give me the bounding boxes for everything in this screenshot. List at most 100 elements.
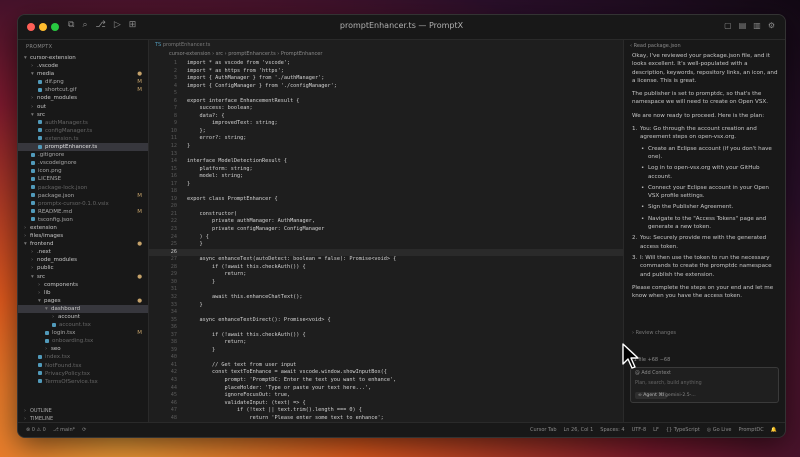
tree-file[interactable]: LICENSE xyxy=(18,175,148,183)
tree-folder[interactable]: › .vscode xyxy=(18,62,148,70)
status-item[interactable]: Spaces: 4 xyxy=(600,427,624,433)
tree-folder[interactable]: › extension xyxy=(18,224,148,232)
tree-file[interactable]: PrivacyPolicy.tsx xyxy=(18,370,148,378)
code-line[interactable]: 12} xyxy=(149,143,623,151)
tree-folder[interactable]: › .next xyxy=(18,248,148,256)
code-line[interactable]: 33 } xyxy=(149,302,623,310)
tree-folder[interactable]: › out xyxy=(18,103,148,111)
code-line[interactable]: 16 model: string; xyxy=(149,173,623,181)
tree-folder[interactable]: ▾ frontend ● xyxy=(18,240,148,248)
code-line[interactable]: 7 success: boolean; xyxy=(149,105,623,113)
status-item[interactable]: PromptDC xyxy=(738,427,763,433)
tree-folder[interactable]: › node_modules xyxy=(18,94,148,102)
code-line[interactable]: 42 const textToEnhance = await vscode.wi… xyxy=(149,369,623,377)
status-item[interactable]: Cursor Tab xyxy=(530,427,557,433)
code-line[interactable]: 3 import { AuthManager } from './authMana… xyxy=(149,75,623,83)
layout-toggle-icon[interactable]: ▢ xyxy=(724,21,732,30)
code-line[interactable]: 34 xyxy=(149,309,623,317)
tree-file[interactable]: promptEnhancer.ts xyxy=(18,143,148,152)
tree-file[interactable]: promptx-cursor-0.1.0.vsix xyxy=(18,200,148,208)
status-item[interactable]: Ln 26, Col 1 xyxy=(564,427,594,433)
tree-file[interactable]: extension.ts xyxy=(18,135,148,143)
tree-folder[interactable]: › files/images xyxy=(18,232,148,240)
code-line[interactable]: 4 import { ConfigManager } from './config… xyxy=(149,83,623,91)
code-line[interactable]: 8 data?: { xyxy=(149,113,623,121)
tree-file[interactable]: package.json M xyxy=(18,192,148,200)
tree-file[interactable]: TermsOfService.tsx xyxy=(18,378,148,386)
tree-folder[interactable]: ▾ media ● xyxy=(18,70,148,78)
code-line[interactable]: 5 xyxy=(149,90,623,98)
code-line[interactable]: 13 xyxy=(149,151,623,159)
tree-file[interactable]: package-lock.json xyxy=(18,184,148,192)
chat-header[interactable]: ‹ Read package.json xyxy=(624,40,785,52)
tree-file[interactable]: icon.png xyxy=(18,167,148,175)
tree-folder[interactable]: › seo xyxy=(18,345,148,353)
code-line[interactable]: 21 constructor( xyxy=(149,211,623,219)
status-item[interactable]: UTF-8 xyxy=(632,427,647,433)
code-line[interactable]: 46 validateInput: (text) => { xyxy=(149,400,623,408)
code-line[interactable]: 6 export interface EnhancementResult { xyxy=(149,98,623,106)
status-item[interactable]: ⟳ xyxy=(82,427,86,433)
code-line[interactable]: 39 } xyxy=(149,347,623,355)
code-line[interactable]: 19 export class PromptEnhancer { xyxy=(149,196,623,204)
changed-files-summary[interactable]: › 1 file +68 −68 xyxy=(630,356,779,365)
tree-file[interactable]: NotFound.tsx xyxy=(18,362,148,370)
code-line[interactable]: 28 if (!await this.checkAuth()) { xyxy=(149,264,623,272)
code-line[interactable]: 31 xyxy=(149,286,623,294)
code-line[interactable]: 27 async enhanceText(autoDetect: boolean… xyxy=(149,256,623,264)
code-line[interactable]: 41 // Get text from user input xyxy=(149,362,623,370)
tree-folder[interactable]: ▾ dashboard xyxy=(18,304,148,313)
tree-folder[interactable]: ▾ pages ● xyxy=(18,297,148,305)
code-line[interactable]: 29 return; xyxy=(149,271,623,279)
layout-toggle-icon[interactable]: ▤ xyxy=(739,21,747,30)
code-line[interactable]: 11 error?: string; xyxy=(149,135,623,143)
status-item[interactable]: ⎇ main* xyxy=(53,427,75,433)
tree-folder[interactable]: › node_modules xyxy=(18,256,148,264)
layout-toggle-icon[interactable]: ⚙ xyxy=(768,21,775,30)
code-line[interactable]: 1 import * as vscode from 'vscode'; xyxy=(149,60,623,68)
status-item[interactable]: ◎ Go Live xyxy=(707,427,732,433)
breadcrumb[interactable]: cursor-extension › src › promptEnhancer.… xyxy=(149,50,623,59)
code-line[interactable]: 38 return; xyxy=(149,339,623,347)
code-line[interactable]: 30 } xyxy=(149,279,623,287)
code-line[interactable]: 32 await this.enhanceChatText(); xyxy=(149,294,623,302)
tree-folder[interactable]: ▾ src ● xyxy=(18,273,148,281)
layout-toggle-icon[interactable]: ▥ xyxy=(753,21,761,30)
code-editor[interactable]: TS promptEnhancer.ts cursor-extension › … xyxy=(149,40,623,423)
status-item[interactable]: ⊗ 0 ⚠ 0 xyxy=(26,427,46,433)
tree-folder[interactable]: ▾ src xyxy=(18,111,148,119)
explorer-section-outline[interactable]: › OUTLINE xyxy=(18,407,148,415)
code-line[interactable]: 36 xyxy=(149,324,623,332)
agent-mode-selector[interactable]: ∞ Agent ⌘I xyxy=(635,392,668,399)
add-context-button[interactable]: @ Add Context xyxy=(635,371,671,376)
tree-folder[interactable]: ▾ cursor-extension xyxy=(18,54,148,62)
code-line[interactable]: 25 } xyxy=(149,241,623,249)
code-line[interactable]: 20 xyxy=(149,203,623,211)
code-line[interactable]: 9 improvedText: string; xyxy=(149,120,623,128)
tree-file[interactable]: README.md M xyxy=(18,208,148,216)
tree-file[interactable]: account.tsx xyxy=(18,321,148,329)
code-line[interactable]: 2 import * as https from 'https'; xyxy=(149,68,623,76)
code-line[interactable]: 37 if (!await this.checkAuth()) { xyxy=(149,332,623,340)
model-selector[interactable]: gemini-2.5-... xyxy=(665,392,696,399)
code-area[interactable]: 1 import * as vscode from 'vscode'; 2 impor… xyxy=(149,60,623,423)
code-line[interactable]: 47 if (!text || text.trim().length === 0… xyxy=(149,407,623,415)
tab-prompt-enhancer[interactable]: promptEnhancer.ts xyxy=(163,42,211,48)
code-line[interactable]: 23 private configManager: ConfigManager xyxy=(149,226,623,234)
tree-file[interactable]: shortcut.gif M xyxy=(18,86,148,94)
status-item[interactable]: {} TypeScript xyxy=(666,427,700,433)
code-line[interactable]: 10 }; xyxy=(149,128,623,136)
code-line[interactable]: 22 private authManager: AuthManager, xyxy=(149,218,623,226)
status-item[interactable]: 🔔 xyxy=(771,427,777,433)
code-line[interactable]: 17} xyxy=(149,181,623,189)
code-line[interactable]: 18 xyxy=(149,188,623,196)
code-line[interactable]: 40 xyxy=(149,354,623,362)
code-line[interactable]: 43 prompt: 'PromptDC: Enter the text you… xyxy=(149,377,623,385)
code-line[interactable]: 24 ) { xyxy=(149,234,623,242)
code-line[interactable]: 44 placeHolder: 'Type or paste your text… xyxy=(149,385,623,393)
status-item[interactable]: LF xyxy=(653,427,659,433)
tree-file[interactable]: configManager.ts xyxy=(18,127,148,135)
tree-folder[interactable]: › account xyxy=(18,313,148,321)
chat-input-placeholder[interactable]: Plan, search, build anything xyxy=(635,381,702,386)
tree-file[interactable]: tsconfig.json xyxy=(18,216,148,224)
